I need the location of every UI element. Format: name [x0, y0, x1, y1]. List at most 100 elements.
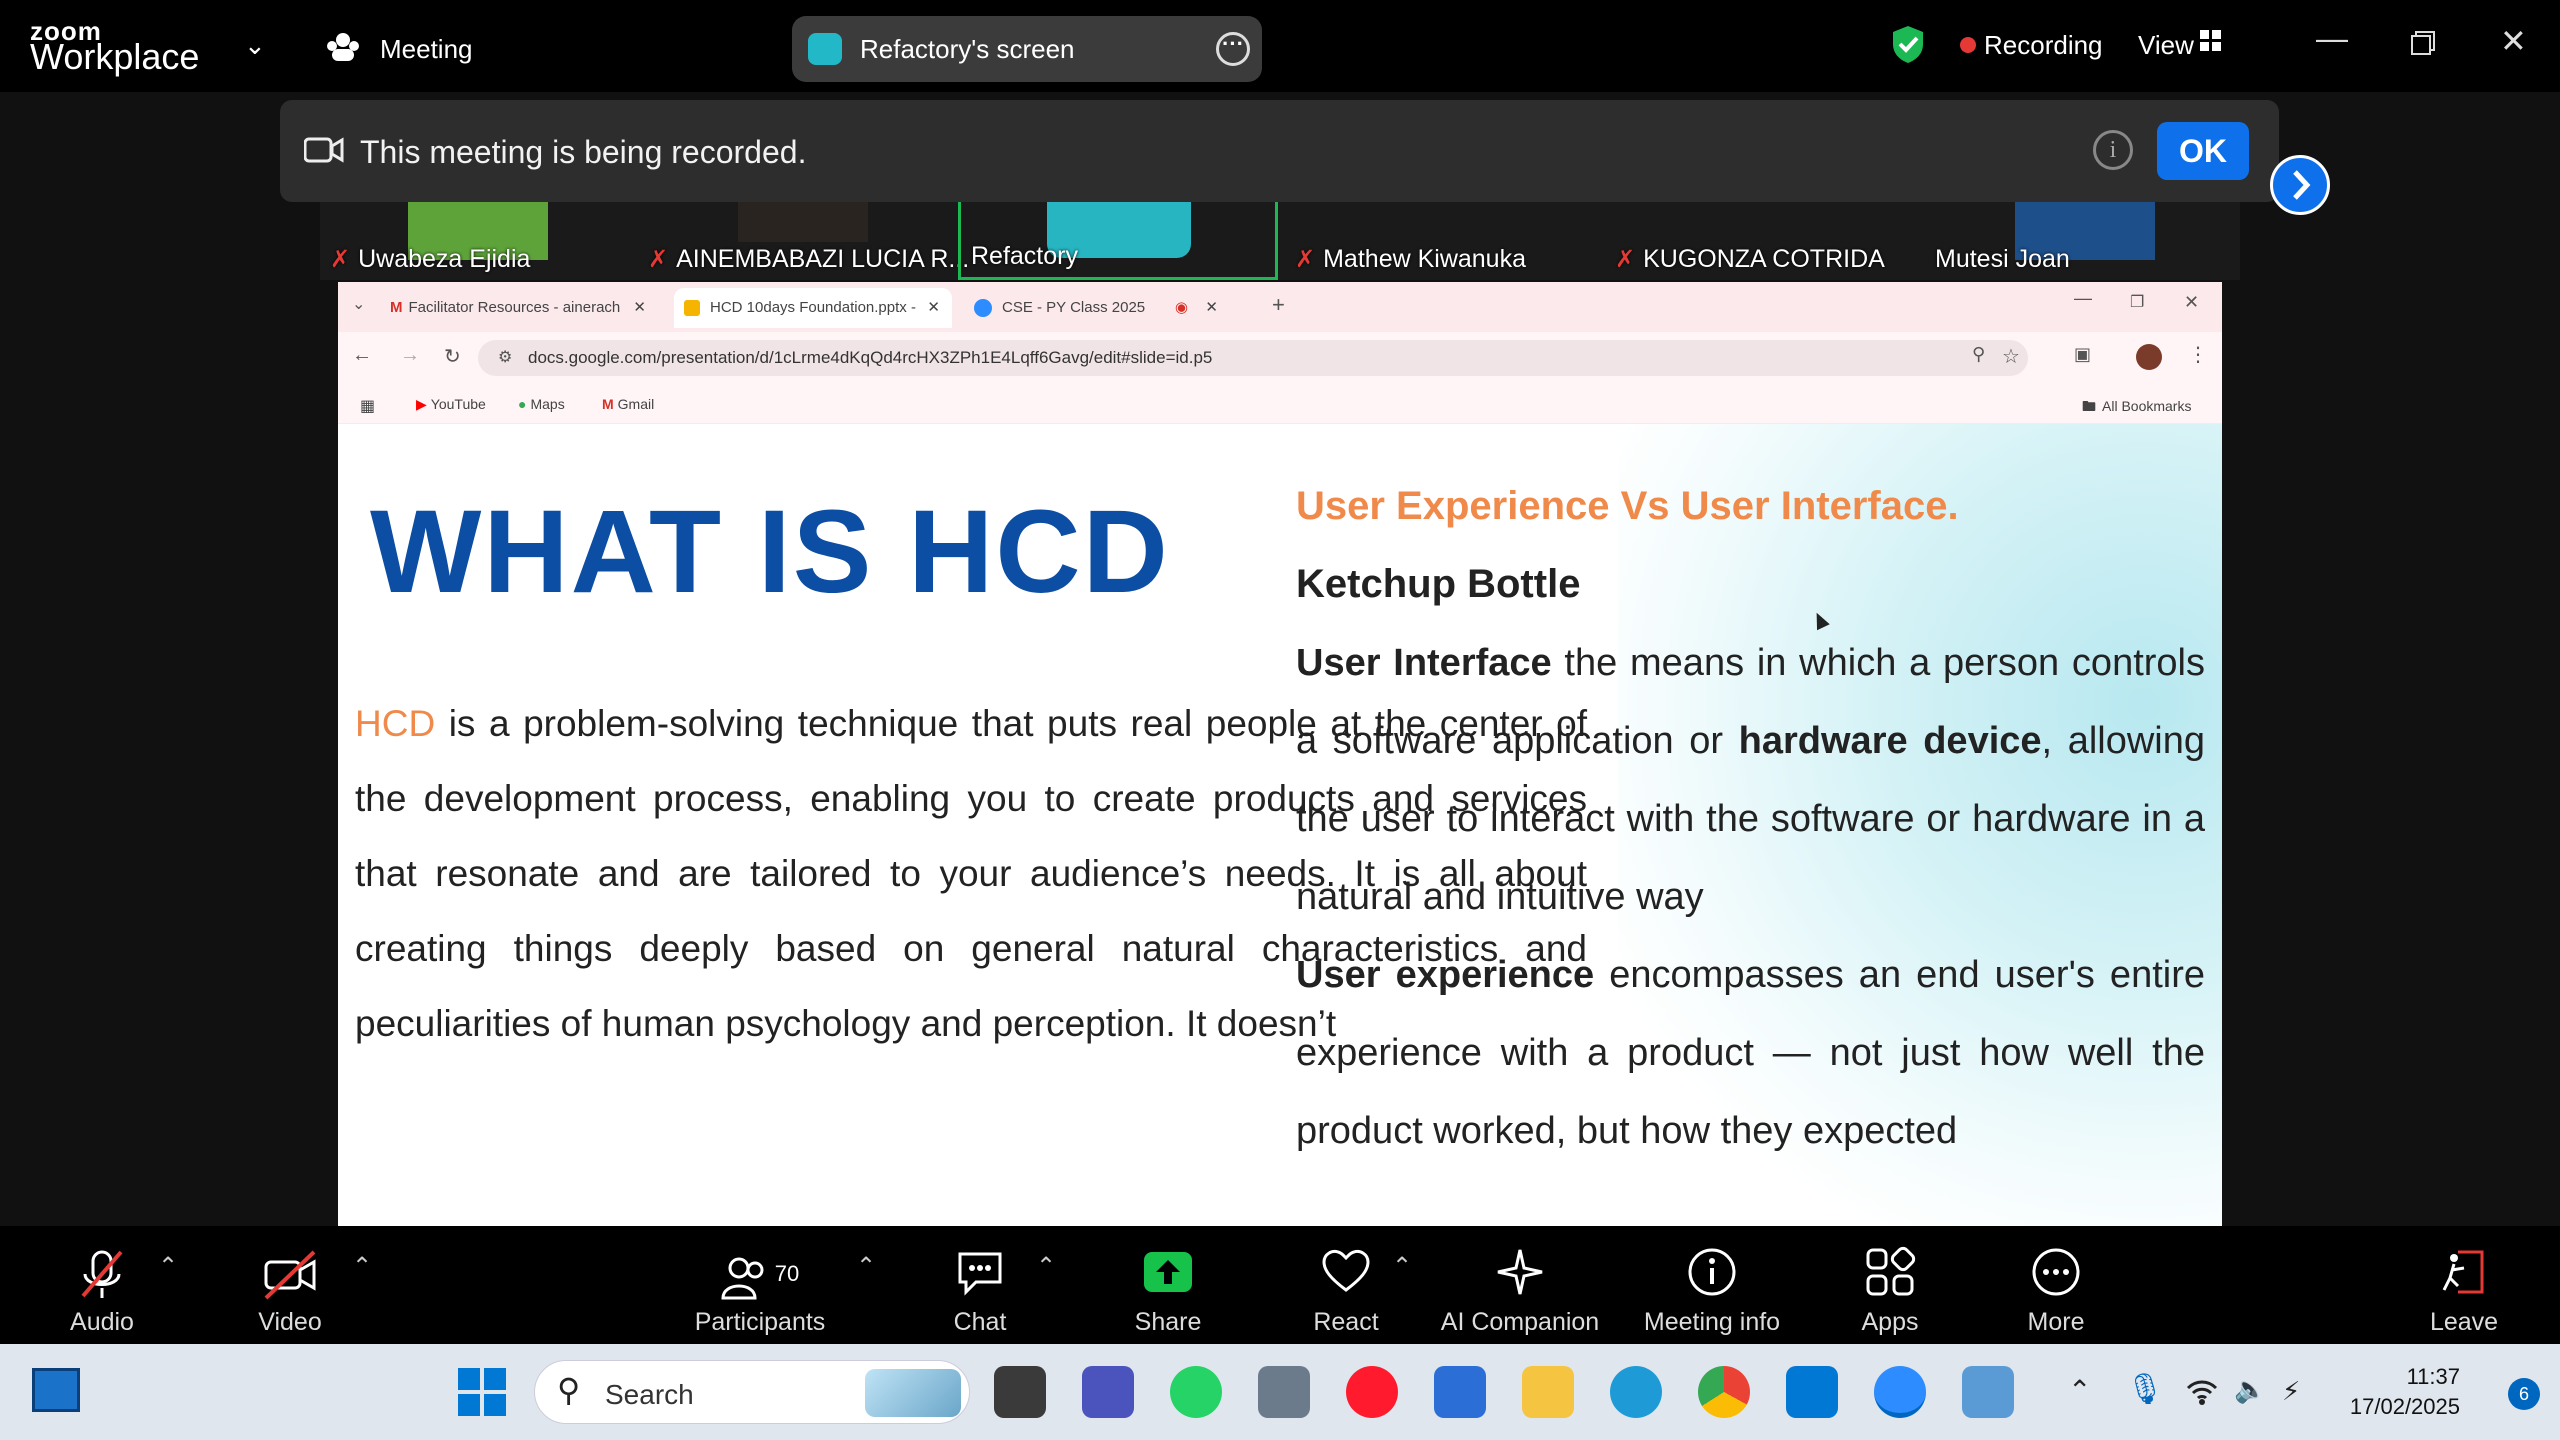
extensions-icon[interactable]: ▣: [2074, 344, 2091, 365]
react-options-caret-icon[interactable]: ⌃: [1392, 1252, 1412, 1281]
grid-view-icon[interactable]: [2200, 30, 2222, 52]
recording-label[interactable]: Recording: [1984, 30, 2103, 61]
zoom-lens-icon[interactable]: ⚲: [1972, 344, 1985, 365]
participant-tile[interactable]: Mutesi Joan: [1925, 202, 2225, 280]
browser-tab[interactable]: CSE - PY Class 2025 ◉ ✕: [974, 288, 1242, 328]
share-screen-icon: [1126, 1246, 1210, 1302]
mic-muted-icon: ✗: [1295, 246, 1316, 273]
tab-search-chevron-icon[interactable]: ⌄: [352, 294, 365, 314]
browser-restore-icon[interactable]: ❐: [2130, 292, 2144, 312]
apps-button[interactable]: Apps: [1850, 1246, 1930, 1337]
microsoft-store-icon[interactable]: [1434, 1366, 1486, 1418]
teams-icon[interactable]: [1082, 1366, 1134, 1418]
browser-close-icon[interactable]: ✕: [2184, 292, 2199, 313]
site-settings-icon[interactable]: ⚙: [498, 347, 512, 367]
all-bookmarks[interactable]: 🖿 All Bookmarks: [2082, 396, 2191, 420]
close-tab-icon[interactable]: ✕: [633, 288, 646, 328]
browser-tab-bar: ⌄ M Facilitator Resources - ainerach ✕ HCD…: [338, 282, 2222, 332]
close-tab-icon[interactable]: ✕: [1205, 288, 1218, 328]
browser-tab-active[interactable]: HCD 10days Foundation.pptx - ✕: [674, 288, 952, 328]
chat-button[interactable]: Chat: [940, 1246, 1020, 1337]
audio-options-caret-icon[interactable]: ⌃: [158, 1252, 178, 1281]
ok-button[interactable]: OK: [2157, 122, 2249, 180]
taskbar-search-box[interactable]: ⚲ Search: [534, 1360, 970, 1424]
video-button[interactable]: Video: [250, 1246, 330, 1337]
more-options-icon[interactable]: ···: [1216, 32, 1250, 66]
bookmark-label: YouTube: [430, 396, 486, 412]
vscode-icon[interactable]: [1786, 1366, 1838, 1418]
bookmark-star-icon[interactable]: ☆: [2002, 344, 2020, 369]
zoom-taskbar-icon[interactable]: [1874, 1366, 1926, 1418]
profile-avatar[interactable]: [2136, 344, 2162, 370]
apps-grid-icon[interactable]: ▦: [360, 396, 375, 416]
participant-tile-active-speaker[interactable]: Refactory: [958, 202, 1278, 280]
notification-count-badge[interactable]: 6: [2508, 1378, 2540, 1410]
file-explorer-icon[interactable]: [1522, 1366, 1574, 1418]
meeting-menu[interactable]: [326, 32, 360, 67]
new-tab-button[interactable]: +: [1272, 292, 1285, 318]
task-view-icon[interactable]: [994, 1366, 1046, 1418]
gmail-icon: M: [390, 299, 403, 316]
participant-tile[interactable]: ✗ AINEMBABAZI LUCIA R...: [638, 202, 969, 280]
ai-companion-label: AI Companion: [1440, 1308, 1600, 1336]
participant-name: Mathew Kiwanuka: [1323, 245, 1526, 273]
bookmark-gmail[interactable]: M Gmail: [602, 396, 654, 412]
chevron-down-icon[interactable]: ⌄: [244, 30, 266, 61]
taskbar-clock[interactable]: 11:37 17/02/2025: [2350, 1362, 2460, 1422]
whatsapp-icon[interactable]: [1170, 1366, 1222, 1418]
chrome-icon[interactable]: [1698, 1366, 1750, 1418]
share-button[interactable]: Share: [1126, 1246, 1210, 1337]
windows-start-icon[interactable]: [458, 1368, 506, 1416]
participants-options-caret-icon[interactable]: ⌃: [856, 1252, 876, 1281]
browser-menu-icon[interactable]: ⋮: [2188, 342, 2208, 367]
reload-icon[interactable]: ↻: [444, 344, 461, 369]
participant-tile[interactable]: ✗ Uwabeza Ejidia: [320, 202, 620, 280]
youtube-icon: ▶: [416, 396, 427, 412]
screen-share-pill[interactable]: Refactory's screen ···: [792, 16, 1262, 82]
chat-options-caret-icon[interactable]: ⌃: [1036, 1252, 1056, 1281]
ai-companion-button[interactable]: AI Companion: [1440, 1246, 1600, 1337]
wifi-icon[interactable]: [2186, 1378, 2218, 1406]
zoom-toolbar: Audio ⌃ Video ⌃ 70 Participants ⌃ Chat ⌃…: [0, 1226, 2560, 1344]
audio-button[interactable]: Audio: [62, 1246, 142, 1337]
edge-icon[interactable]: [1610, 1366, 1662, 1418]
next-page-button[interactable]: [2270, 155, 2330, 215]
zoom-meeting-window: zoom Workplace ⌄ Meeting Refactory's scr…: [0, 0, 2560, 1440]
more-button[interactable]: More: [2016, 1246, 2096, 1337]
bookmark-label: All Bookmarks: [2102, 398, 2192, 414]
close-icon[interactable]: ✕: [2500, 22, 2527, 60]
shield-check-icon[interactable]: [1890, 24, 1926, 64]
opera-icon[interactable]: [1346, 1366, 1398, 1418]
participant-tile[interactable]: ✗ Mathew Kiwanuka: [1285, 202, 1585, 280]
meeting-info-button[interactable]: Meeting info: [1640, 1246, 1784, 1337]
minimize-icon[interactable]: —: [2316, 20, 2348, 57]
browser-tab[interactable]: M Facilitator Resources - ainerach ✕: [390, 288, 652, 328]
volume-icon[interactable]: 🔈: [2234, 1374, 2266, 1405]
chat-label: Chat: [953, 1308, 1007, 1336]
participant-tile[interactable]: ✗ KUGONZA COTRIDA: [1605, 202, 1905, 280]
bookmark-youtube[interactable]: ▶ YouTube: [416, 396, 486, 413]
view-label[interactable]: View: [2138, 30, 2194, 61]
info-icon[interactable]: i: [2093, 130, 2133, 170]
remote-desktop-icon[interactable]: [1962, 1366, 2014, 1418]
back-icon[interactable]: ←: [352, 344, 372, 367]
battery-charging-icon[interactable]: ⚡: [2282, 1376, 2300, 1407]
restore-icon[interactable]: [2410, 30, 2436, 56]
leave-button[interactable]: Leave: [2424, 1246, 2504, 1337]
widgets-icon[interactable]: [32, 1368, 80, 1412]
browser-address-bar: ← → ↻ ⚙ docs.google.com/presentation/d/1…: [338, 332, 2222, 384]
bookmark-maps[interactable]: ● Maps: [518, 396, 565, 412]
video-options-caret-icon[interactable]: ⌃: [352, 1252, 372, 1281]
microphone-icon[interactable]: 🎙: [2126, 1372, 2164, 1407]
browser-minimize-icon[interactable]: —: [2074, 288, 2092, 309]
tab-label: CSE - PY Class 2025: [1002, 299, 1146, 316]
react-button[interactable]: React: [1306, 1246, 1386, 1337]
participants-count: 70: [774, 1261, 800, 1286]
meeting-label[interactable]: Meeting: [380, 34, 473, 65]
participants-button[interactable]: 70 Participants: [680, 1246, 840, 1337]
camera-app-icon[interactable]: [1258, 1366, 1310, 1418]
tray-chevron-icon[interactable]: ⌃: [2068, 1374, 2091, 1407]
forward-icon[interactable]: →: [400, 344, 420, 367]
leave-label: Leave: [2429, 1308, 2499, 1336]
close-tab-icon[interactable]: ✕: [927, 288, 940, 328]
